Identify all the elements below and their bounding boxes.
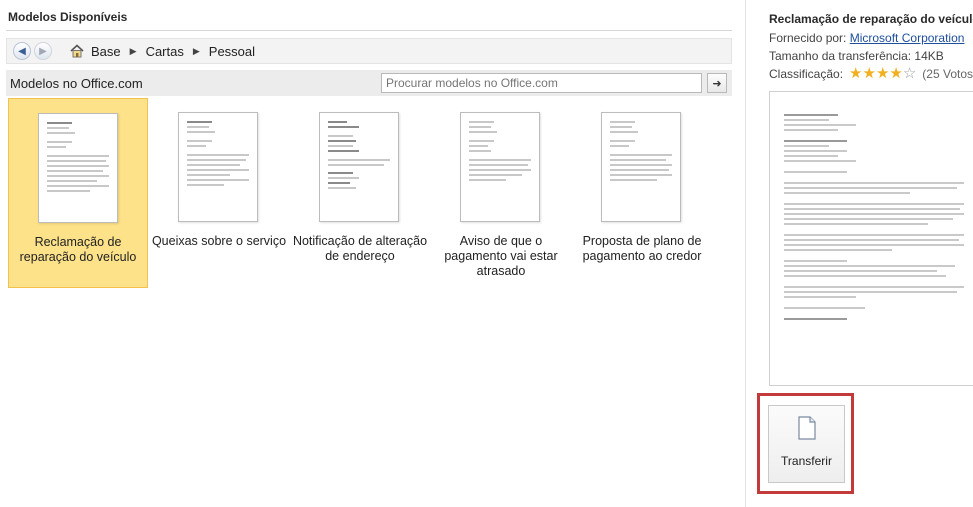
rating-label: Classificação:: [769, 67, 844, 81]
document-icon: [797, 416, 816, 440]
provider-link[interactable]: Microsoft Corporation: [850, 31, 965, 45]
rating-row: Classificação: ★ ★ ★ ★ ☆ (25 Votos): [769, 66, 973, 81]
template-tile-service-complaints[interactable]: Queixas sobre o serviço: [149, 98, 289, 288]
star-icon[interactable]: ★: [889, 66, 902, 81]
office-templates-label: Modelos no Office.com: [10, 75, 143, 91]
back-arrow-icon[interactable]: ◀: [13, 42, 31, 60]
template-label: Queixas sobre o serviço: [151, 234, 287, 248]
breadcrumb-pessoal[interactable]: Pessoal: [209, 44, 255, 59]
download-label: Transferir: [781, 454, 832, 468]
template-tile-payment-plan[interactable]: Proposta de plano de pagamento ao credor: [572, 98, 712, 288]
divider: [6, 30, 732, 31]
home-icon[interactable]: [69, 43, 85, 59]
office-com-bar: Modelos no Office.com ➜: [6, 70, 732, 96]
template-thumbnail: [178, 112, 258, 222]
rating-stars[interactable]: ★ ★ ★ ★ ☆: [849, 66, 916, 81]
template-thumbnail: [319, 112, 399, 222]
template-thumbnail: [601, 112, 681, 222]
template-tile-vehicle-repair[interactable]: Reclamação de reparação do veículo: [8, 98, 148, 288]
template-label: Reclamação de reparação do veículo: [19, 235, 137, 264]
forward-arrow-icon[interactable]: ▶: [34, 42, 52, 60]
star-empty-icon[interactable]: ☆: [903, 66, 916, 81]
download-button[interactable]: Transferir: [768, 405, 845, 483]
arrow-right-icon[interactable]: ➜: [707, 73, 727, 93]
template-title: Reclamação de reparação do veículo: [769, 12, 973, 26]
star-icon[interactable]: ★: [862, 66, 875, 81]
available-templates-pane: Modelos Disponíveis ◀ ▶ Base ▶ Cartas ▶ …: [0, 0, 738, 507]
download-highlight-frame: Transferir: [757, 393, 854, 494]
chevron-right-icon: ▶: [192, 45, 200, 56]
download-size: Tamanho da transferência: 14KB: [769, 49, 944, 63]
template-label: Proposta de plano de pagamento ao credor: [582, 234, 702, 263]
navigation-bar: ◀ ▶ Base ▶ Cartas ▶ Pessoal: [6, 38, 732, 64]
template-details-pane: Reclamação de reparação do veículo Forne…: [745, 0, 973, 507]
template-thumbnail: [460, 112, 540, 222]
star-icon[interactable]: ★: [849, 66, 862, 81]
template-label: Notificação de alteração de endereço: [292, 234, 428, 263]
template-thumbnail: [38, 113, 118, 223]
template-preview: [769, 91, 973, 386]
template-label: Aviso de que o pagamento vai estar atras…: [444, 234, 558, 278]
vote-count: (25 Votos): [922, 67, 973, 81]
provider-label: Fornecido por:: [769, 31, 847, 45]
search-input[interactable]: [381, 73, 702, 93]
breadcrumb-cartas[interactable]: Cartas: [146, 44, 184, 59]
provider-row: Fornecido por: Microsoft Corporation: [769, 31, 964, 45]
template-tile-late-payment[interactable]: Aviso de que o pagamento vai estar atras…: [431, 98, 571, 288]
template-tile-address-change[interactable]: Notificação de alteração de endereço: [290, 98, 430, 288]
breadcrumb-base[interactable]: Base: [91, 44, 121, 59]
section-title: Modelos Disponíveis: [8, 10, 128, 24]
star-icon[interactable]: ★: [876, 66, 889, 81]
chevron-right-icon: ▶: [129, 45, 137, 56]
